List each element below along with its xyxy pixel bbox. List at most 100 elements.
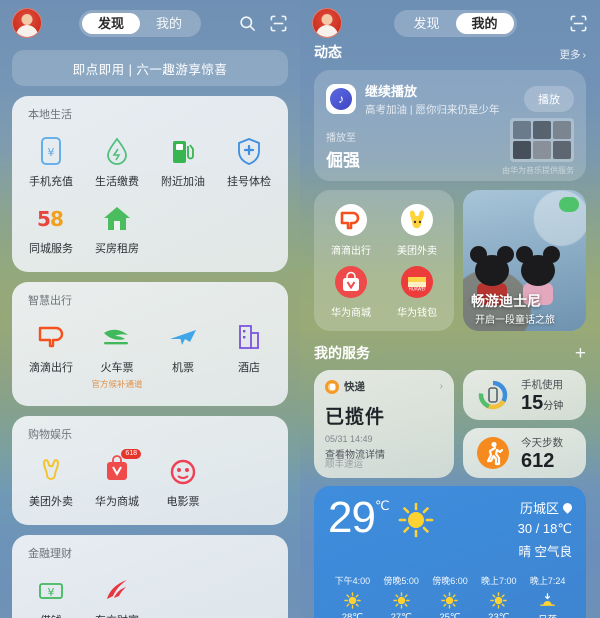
promo-subtitle: 开启一段童话之旅 [475,315,555,326]
phone-usage-value: 15 [521,391,544,414]
grid-item-meituan-waimai[interactable]: 美团外卖 [18,446,84,513]
forecast-temp: 28℃ [341,612,364,618]
app-label: 华为钱包 [397,308,437,319]
phone-usage-card[interactable]: 手机使用 15分钟 [463,370,586,420]
grid-item-house-rent[interactable]: 买房租房 [84,193,150,260]
grid-item-huawei-store[interactable]: 618 华为商城 [84,446,150,513]
grid-item-label: 火车票 [100,362,134,374]
forecast-temp: 23℃ [488,612,510,618]
grid-item-loan[interactable]: ¥ 借钱 [18,565,84,618]
wechat-tag-icon [559,197,579,212]
more-button[interactable]: 更多 › [560,47,587,62]
music-card[interactable]: ♪ 继续播放 高考加油 | 愿你归来仍是少年 播放 播放至 倔强 由华为音乐提供… [314,70,586,181]
grid-item-train-ticket[interactable]: 火车票 官方候补通道 [84,312,150,394]
grid-item-flight[interactable]: 机票 [150,312,216,394]
left-topbar: 发现 我的 [0,0,300,40]
express-card-header: 快递 › [325,379,443,394]
tab-mine[interactable]: 我的 [140,13,198,34]
add-service-button[interactable]: + [575,344,586,363]
grid-item-label: 东方财富 [84,612,150,618]
phone-recharge-icon: ¥ [18,136,84,166]
app-huawei-store[interactable]: 华为商城 [318,261,384,323]
weather-card[interactable]: 29 ℃ 历城区 30 / 18℃ 晴 空气良 下午4:00 28℃ 傍晚5:0… [314,486,586,618]
services-title: 我的服务 [314,345,370,361]
album-thumbnails[interactable] [510,118,574,162]
tab-discover[interactable]: 发现 [397,13,455,34]
forecast-temp: 日落 [523,612,572,618]
grid-item-gas-station[interactable]: 附近加油 [150,126,216,193]
grid-item-58-tongcheng[interactable]: 58 同城服务 [18,193,84,260]
segmented-tabs-left: 发现 我的 [78,9,202,37]
scan-icon[interactable] [569,14,588,33]
promo-card-disney[interactable]: 畅游迪士尼 开启一段童话之旅 [463,190,586,331]
grid-item-label: 电影票 [166,496,200,508]
chevron-right-icon[interactable]: › [440,381,443,392]
segmented-tabs-right: 发现 我的 [394,9,517,37]
grid-item-label: 挂号体检 [227,176,271,188]
phone-usage-label: 手机使用 [521,378,563,391]
search-icon[interactable] [238,14,257,33]
grid-item-label: 美团外卖 [29,496,73,508]
express-card[interactable]: 快递 › 已揽件 05/31 14:49 查看物流详情 顺丰速运 [314,370,454,478]
didi-icon [18,322,84,352]
grid-item-movie-ticket[interactable]: 电影票 [150,446,216,513]
music-provider: 由华为音乐提供服务 [502,166,574,175]
section-shopping-entertainment: 购物娱乐 美团外卖 618 华为商城 电影票 [12,416,288,525]
forecast-time: 下午4:00 [334,576,371,586]
promo-banner[interactable]: 即点即用 | 六一趣游享惊喜 [12,50,288,86]
east-money-icon [84,575,150,605]
app-label: 华为商城 [331,308,371,319]
huawei-wallet-icon: HUAWEI [400,265,434,299]
grid-item-label: 生活缴费 [95,176,139,188]
svg-text:5: 5 [37,207,51,231]
svg-text:8: 8 [50,207,64,231]
forecast-hour: 晚上7:00 23℃ [474,574,523,618]
grid-item-utility-payment[interactable]: 生活缴费 [84,126,150,193]
services-header: 我的服务 + [300,341,600,363]
grid-item-label: 同城服务 [29,243,73,255]
tab-discover[interactable]: 发现 [81,12,140,34]
app-meituan[interactable]: 美团外卖 [384,199,450,261]
grid-item-hotel[interactable]: 酒店 [216,312,282,394]
grid-item-didi[interactable]: 滴滴出行 [18,312,84,394]
grid-item-label: 买房租房 [95,243,139,255]
weather-condition: 晴 空气良 [518,545,572,559]
avatar[interactable] [12,8,42,38]
icon-grid: 滴滴出行 火车票 官方候补通道 机票 酒店 [18,312,282,394]
icon-grid: ¥ 手机充值 生活缴费 附近加油 挂号体检 5 8 同城服务 买房租房 [18,126,282,260]
apps-and-promo-row: 滴滴出行 美团外卖 华为商城 HUAWEI 华为钱包 畅游迪士尼 开启一段童话之… [314,190,586,331]
sun-icon [377,591,426,609]
house-rent-icon [84,203,150,233]
forecast-hour: 下午4:00 28℃ [328,574,377,618]
express-time: 05/31 14:49 [325,434,373,444]
phone-usage-icon [475,377,511,413]
play-button[interactable]: 播放 [524,86,574,112]
right-top-icons [569,14,588,33]
weather-high-low: 30 / 18℃ [517,521,572,536]
tab-mine[interactable]: 我的 [455,12,514,34]
forecast-time: 傍晚5:00 [383,576,419,586]
express-status: 已揽件 [325,407,386,428]
grid-item-medical[interactable]: 挂号体检 [216,126,282,193]
icon-grid: ¥ 借钱 东方财富 [18,565,282,618]
app-didi[interactable]: 滴滴出行 [318,199,384,261]
avatar[interactable] [312,8,342,38]
grid-item-east-money[interactable]: 东方财富 [84,565,150,618]
sun-icon [474,591,523,609]
steps-card[interactable]: 今天步数 612 [463,428,586,478]
section-title: 购物娱乐 [28,429,72,441]
scan-icon[interactable] [269,14,288,33]
app-label: 滴滴出行 [331,246,371,257]
hourly-forecast: 下午4:00 28℃ 傍晚5:00 27℃ 傍晚6:00 25℃ 晚上7:00 … [328,574,572,618]
loan-icon: ¥ [18,575,84,605]
grid-item-sublabel: 官方候补通道 [91,379,143,389]
weather-city: 历城区 [519,501,559,516]
weather-current: 29 ℃ 历城区 30 / 18℃ 晴 空气良 [328,496,574,560]
left-top-icons [238,14,288,33]
sun-icon [426,591,475,609]
grid-item-label: 酒店 [238,362,260,374]
sunset-icon [523,592,572,608]
express-app-name: 快递 [344,381,365,393]
app-huawei-wallet[interactable]: HUAWEI 华为钱包 [384,261,450,323]
grid-item-phone-recharge[interactable]: ¥ 手机充值 [18,126,84,193]
